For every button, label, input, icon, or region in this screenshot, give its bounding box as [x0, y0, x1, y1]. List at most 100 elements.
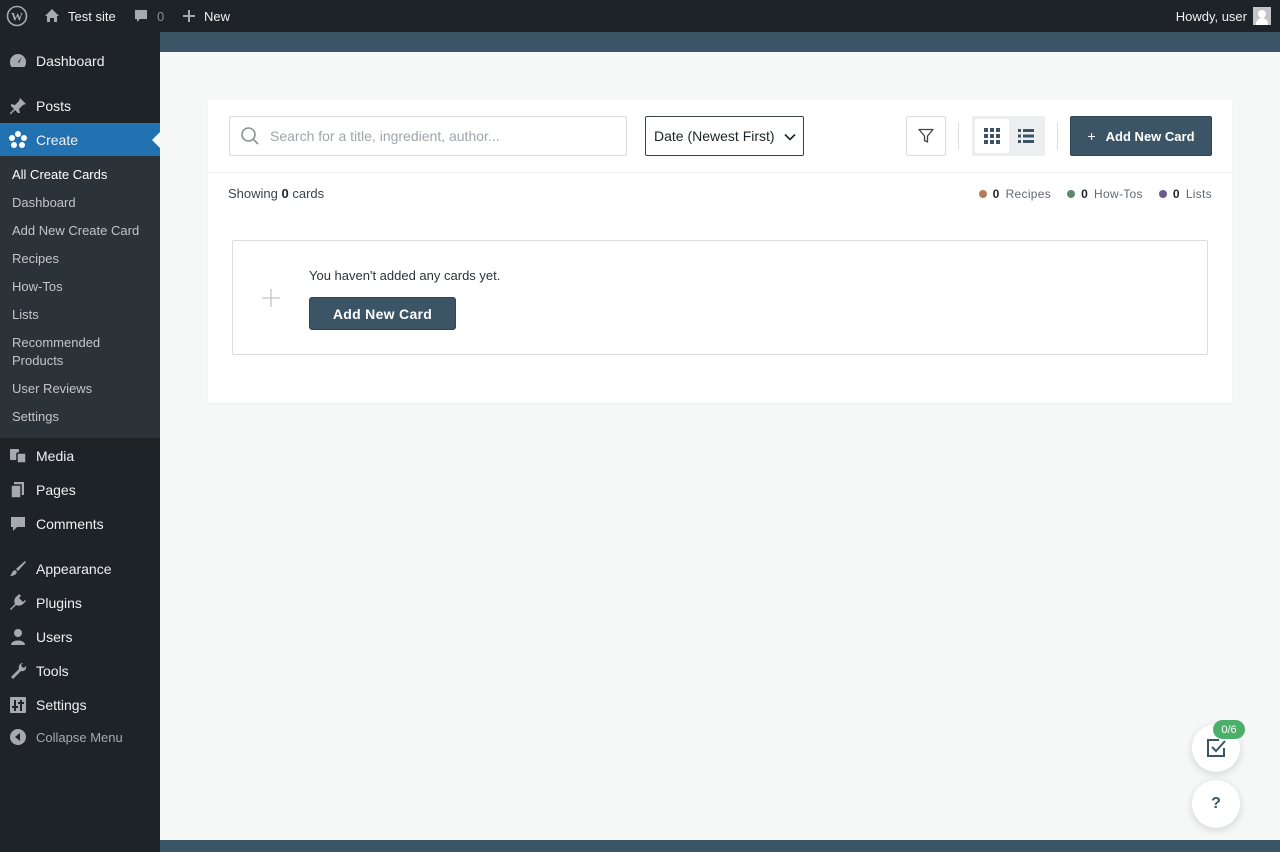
list-view-button[interactable] — [1009, 119, 1043, 153]
menu-pages[interactable]: Pages — [0, 473, 160, 507]
showing-count: 0 — [281, 186, 289, 201]
menu-label: Appearance — [36, 561, 112, 577]
footer-band — [160, 840, 1280, 852]
menu-create[interactable]: Create — [0, 123, 160, 157]
count-label: Lists — [1185, 187, 1212, 201]
how-tos-count[interactable]: 0 How-Tos — [1067, 187, 1143, 201]
count-label: Recipes — [1005, 187, 1052, 201]
empty-state: You haven't added any cards yet. Add New… — [232, 240, 1208, 355]
menu-label: Media — [36, 448, 75, 464]
comment-icon — [0, 514, 36, 534]
create-flower-icon — [0, 130, 36, 150]
submenu-lists[interactable]: Lists — [12, 306, 152, 324]
plus-icon — [183, 10, 195, 22]
sort-value: Date (Newest First) — [654, 128, 775, 144]
how-tos-dot — [1067, 190, 1076, 198]
search-input[interactable] — [270, 128, 610, 144]
submenu-add-new-create-card[interactable]: Add New Create Card — [12, 222, 152, 240]
new-content-link[interactable]: New — [182, 0, 230, 32]
list-icon — [1018, 129, 1034, 143]
comments-count: 0 — [157, 8, 165, 24]
lists-count[interactable]: 0 Lists — [1158, 187, 1212, 201]
showing-count-text: Showing 0 cards — [228, 186, 324, 201]
user-icon — [0, 627, 36, 647]
toolbar-separator — [208, 172, 1232, 173]
collapse-menu-button[interactable]: Collapse Menu — [0, 720, 160, 754]
comments-link[interactable]: 0 — [133, 0, 164, 32]
menu-users[interactable]: Users — [0, 620, 160, 654]
menu-label: Settings — [36, 697, 87, 713]
new-label: New — [204, 8, 231, 24]
empty-state-message: You haven't added any cards yet. — [309, 268, 501, 283]
menu-posts[interactable]: Posts — [0, 89, 160, 123]
view-toggle — [972, 116, 1045, 156]
media-icon — [0, 446, 36, 466]
chevron-down-icon — [784, 133, 796, 141]
pages-icon — [0, 480, 36, 500]
menu-tools[interactable]: Tools — [0, 654, 160, 688]
empty-state-add-card-button[interactable]: Add New Card — [309, 297, 456, 330]
menu-label: Dashboard — [36, 53, 105, 69]
lists-dot — [1158, 190, 1167, 198]
admin-bar: W Test site 0 New Howdy, user — [0, 0, 1280, 32]
search-box — [229, 116, 627, 156]
menu-label: Plugins — [36, 595, 82, 611]
site-name-link[interactable]: Test site — [44, 0, 116, 32]
svg-text:W: W — [11, 10, 23, 24]
header-band — [160, 32, 1280, 52]
settings-icon — [0, 695, 36, 715]
recipes-dot — [978, 190, 987, 198]
submenu-user-reviews[interactable]: User Reviews — [12, 380, 152, 398]
grid-view-button[interactable] — [975, 119, 1009, 153]
submenu-how-tos[interactable]: How-Tos — [12, 278, 152, 296]
recipes-count[interactable]: 0 Recipes — [978, 187, 1052, 201]
add-new-card-button[interactable]: + Add New Card — [1070, 116, 1212, 156]
grid-icon — [984, 128, 1000, 144]
wordpress-logo-icon[interactable]: W — [6, 0, 28, 32]
menu-label: Posts — [36, 98, 72, 114]
create-submenu: All Create Cards Dashboard Add New Creat… — [0, 156, 160, 438]
submenu-settings[interactable]: Settings — [12, 408, 152, 426]
filter-button[interactable] — [906, 116, 946, 156]
menu-label: Create — [36, 132, 79, 148]
toolbar-divider — [958, 122, 959, 150]
count-value: 0 — [1172, 187, 1180, 201]
howdy-text: Howdy, user — [1175, 8, 1247, 24]
admin-sidebar: Dashboard Posts Create All Create Cards … — [0, 32, 160, 852]
menu-label: Comments — [36, 516, 104, 532]
my-account-link[interactable]: Howdy, user — [1176, 0, 1271, 32]
submenu-all-create-cards[interactable]: All Create Cards — [12, 166, 152, 184]
menu-media[interactable]: Media — [0, 439, 160, 473]
toolbar-divider — [1057, 122, 1058, 150]
menu-dashboard[interactable]: Dashboard — [0, 44, 160, 78]
comment-icon — [135, 10, 147, 22]
dashboard-icon — [0, 51, 36, 71]
submenu-dashboard[interactable]: Dashboard — [12, 194, 152, 212]
menu-settings[interactable]: Settings — [0, 688, 160, 722]
menu-label: Tools — [36, 663, 69, 679]
sort-select[interactable]: Date (Newest First) — [645, 116, 804, 156]
paintbrush-icon — [0, 559, 36, 579]
count-label: How-Tos — [1094, 187, 1143, 201]
menu-appearance[interactable]: Appearance — [0, 552, 160, 586]
menu-label: Users — [36, 629, 73, 645]
cards-panel: Date (Newest First) + Add New Card Sho — [208, 100, 1232, 403]
submenu-recommended-products[interactable]: Recommended Products — [12, 334, 122, 370]
menu-plugins[interactable]: Plugins — [0, 586, 160, 620]
collapse-arrow-icon — [0, 728, 36, 746]
checklist-icon — [1207, 739, 1226, 757]
showing-suffix: cards — [292, 186, 325, 201]
collapse-label: Collapse Menu — [36, 729, 123, 745]
submenu-recipes[interactable]: Recipes — [12, 250, 152, 268]
menu-comments[interactable]: Comments — [0, 507, 160, 541]
plugin-icon — [0, 593, 36, 613]
wrench-icon — [0, 661, 36, 681]
plus-icon: + — [1087, 128, 1096, 144]
showing-prefix: Showing — [228, 186, 278, 201]
pushpin-icon — [0, 96, 36, 116]
help-button[interactable]: ? — [1192, 780, 1240, 828]
card-type-counts: 0 Recipes 0 How-Tos 0 Lists — [978, 187, 1212, 201]
home-icon — [45, 9, 59, 22]
menu-label: Pages — [36, 482, 76, 498]
checklist-progress-badge: 0/6 — [1213, 720, 1245, 739]
